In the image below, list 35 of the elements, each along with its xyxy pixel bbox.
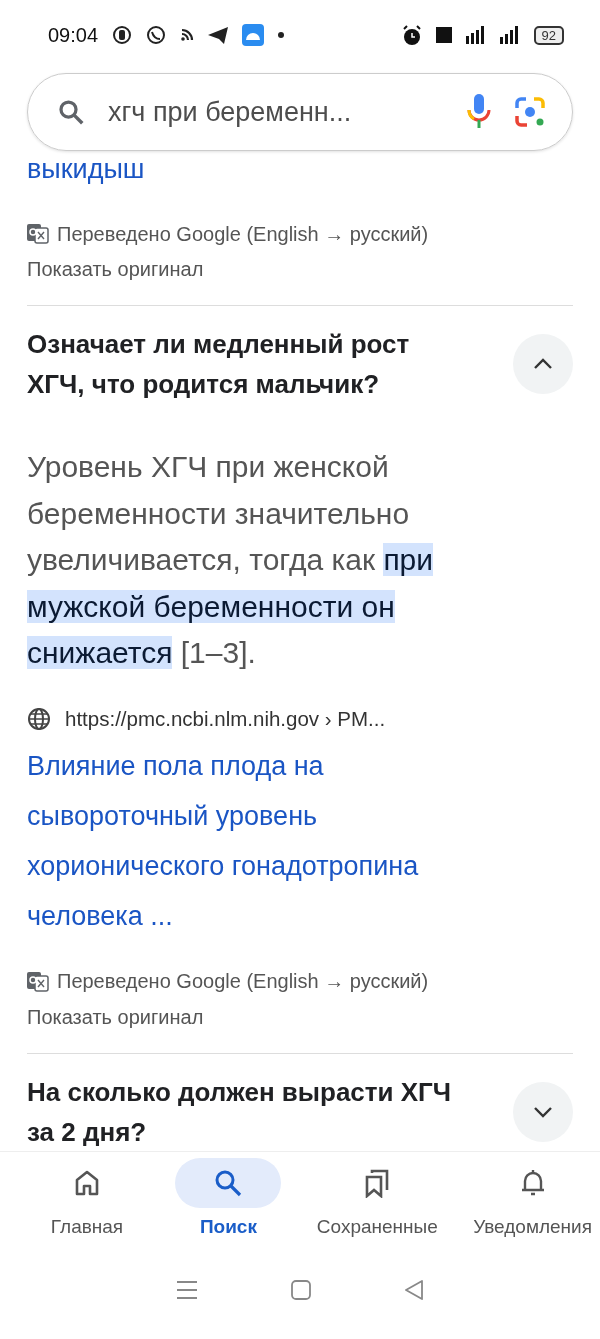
menu-icon[interactable] (176, 1280, 199, 1300)
phone-bubble-icon (146, 25, 167, 45)
battery-level: 92 (533, 25, 564, 45)
rss-icon (180, 28, 195, 42)
translation-note: Переведено Google (English → русский) (57, 222, 429, 246)
back-icon[interactable] (403, 1280, 424, 1300)
alarm-icon (401, 24, 422, 46)
search-icon (56, 97, 86, 127)
signal-icon (499, 26, 520, 44)
question-heading[interactable]: На сколько должен вырасти ХГЧ за 2 дня? (27, 1071, 467, 1151)
signal-icon (465, 26, 486, 44)
translate-icon (27, 971, 49, 992)
clock-time: 09:04 (48, 23, 99, 47)
question-heading[interactable]: Означает ли медленный рост ХГЧ, что родится мальчик? (27, 324, 467, 404)
translation-note: Переведено Google (English → русский) (57, 970, 429, 993)
more-dot-icon (278, 32, 285, 38)
show-original-link[interactable]: Показать оригинал (27, 251, 573, 287)
nav-tab[interactable]: Поиск (175, 1152, 282, 1261)
source-title-link[interactable]: Влияние пола плода на сывороточный уровень хорионического гонадотропина человека ... (27, 740, 492, 941)
nav-tab[interactable]: Главная (34, 1152, 140, 1261)
home-button-icon[interactable] (291, 1280, 311, 1300)
paper-plane-icon (208, 26, 229, 44)
camera-lens-icon[interactable] (514, 96, 546, 128)
show-original-link[interactable]: Показать оригинал (27, 998, 573, 1035)
globe-icon (27, 706, 51, 731)
chevron-icon (532, 1104, 554, 1119)
chevron-icon (532, 357, 554, 371)
translate-icon (27, 224, 49, 244)
nav-tab[interactable]: Уведомления (473, 1152, 592, 1261)
nav-tab[interactable]: Сохраненные (316, 1152, 438, 1261)
result-link[interactable]: выкидыш (27, 151, 573, 191)
microphone-icon[interactable] (466, 94, 492, 130)
android-app-icon (242, 24, 265, 46)
source-url: https://pmc.ncbi.nlm.nih.gov › PM... (65, 706, 386, 731)
search-icon (213, 1168, 244, 1198)
